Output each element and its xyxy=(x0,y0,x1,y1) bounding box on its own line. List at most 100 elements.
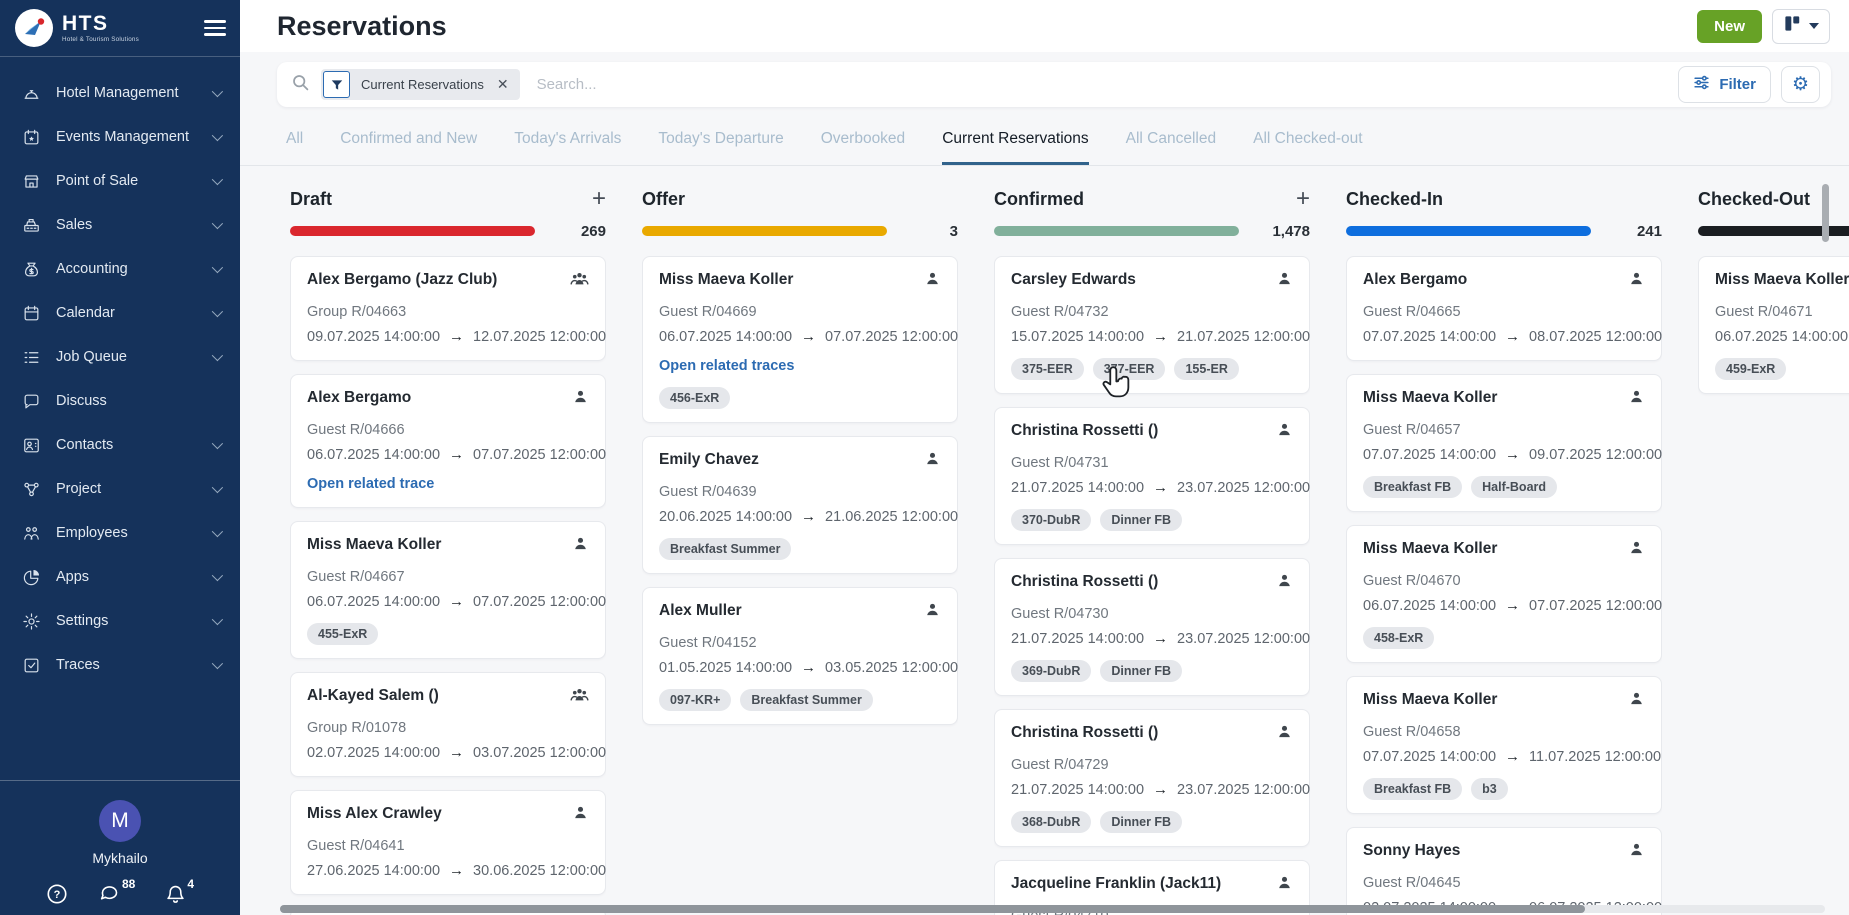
sidebar-item-settings[interactable]: Settings xyxy=(0,599,240,643)
reservation-reference: Guest R/04732 xyxy=(1011,302,1293,322)
view-switcher-button[interactable] xyxy=(1772,9,1830,44)
check-out-datetime: 23.07.2025 12:00:00 xyxy=(1177,780,1310,800)
arrow-right-icon: → xyxy=(1505,596,1520,616)
reservation-card[interactable]: Miss Maeva KollerGuest R/0465707.07.2025… xyxy=(1346,374,1662,512)
brand-tagline: Hotel & Tourism Solutions xyxy=(62,37,139,43)
card-list: Alex Bergamo (Jazz Club)Group R/0466309.… xyxy=(290,256,606,915)
sidebar-item-job-queue[interactable]: Job Queue xyxy=(0,335,240,379)
reservation-card[interactable]: Alex BergamoGuest R/0466606.07.2025 14:0… xyxy=(290,374,606,508)
card-list: Miss Maeva KollerGuest R/0467106.07.2025… xyxy=(1698,256,1849,915)
sidebar-item-sales[interactable]: Sales xyxy=(0,203,240,247)
column-progress-bar[interactable] xyxy=(290,226,535,236)
search-bar: Current Reservations ✕ Filter ⚙ xyxy=(277,62,1831,107)
sidebar-item-calendar[interactable]: Calendar xyxy=(0,291,240,335)
reservation-card[interactable]: Sonny HayesGuest R/0464502.07.2025 14:00… xyxy=(1346,827,1662,915)
column-count: 3 xyxy=(950,223,958,240)
tab-bar: All Confirmed and New Today's Arrivals Toda… xyxy=(240,130,1849,166)
open-related-trace-link[interactable]: Open related traces xyxy=(659,356,941,376)
search-input[interactable] xyxy=(537,76,1679,93)
badge-count: 4 xyxy=(187,877,194,899)
reservation-card[interactable]: Emily ChavezGuest R/0463920.06.2025 14:0… xyxy=(642,436,958,574)
sidebar-user-area: M Mykhailo ?884 xyxy=(0,780,240,915)
reservation-card[interactable]: Miss Maeva KollerGuest R/0466706.07.2025… xyxy=(290,521,606,659)
sidebar-item-point-of-sale[interactable]: Point of Sale xyxy=(0,159,240,203)
sidebar-item-hotel-management[interactable]: Hotel Management xyxy=(0,71,240,115)
chevron-down-icon xyxy=(212,614,223,625)
filter-button[interactable]: Filter xyxy=(1678,66,1771,103)
card-title: Christina Rossetti () xyxy=(1011,723,1158,742)
reservation-card[interactable]: Alex Bergamo (Jazz Club)Group R/0466309.… xyxy=(290,256,606,361)
arrow-right-icon: → xyxy=(801,658,816,678)
check-out-datetime: 03.07.2025 12:00:00 xyxy=(473,743,606,763)
column-progress-bar[interactable] xyxy=(994,226,1239,236)
reservation-card[interactable]: Al-Kayed Salem ()Group R/0107802.07.2025… xyxy=(290,672,606,777)
tab-today-s-departure[interactable]: Today's Departure xyxy=(658,130,783,165)
sidebar-item-accounting[interactable]: Accounting xyxy=(0,247,240,291)
chip-close-icon[interactable]: ✕ xyxy=(495,76,518,93)
add-card-button[interactable]: + xyxy=(592,187,606,211)
tab-overbooked[interactable]: Overbooked xyxy=(821,130,905,165)
column-progress-bar[interactable] xyxy=(642,226,887,236)
messages-icon[interactable]: 88 xyxy=(98,883,135,904)
sales-icon xyxy=(21,215,41,235)
tag-badge: 155-ER xyxy=(1174,358,1238,380)
sidebar-item-events-management[interactable]: Events Management xyxy=(0,115,240,159)
reservation-card[interactable]: Alex BergamoGuest R/0466507.07.2025 14:0… xyxy=(1346,256,1662,361)
reservation-card[interactable]: Carsley EdwardsGuest R/0473215.07.2025 1… xyxy=(994,256,1310,394)
column-offer: Offer3Miss Maeva KollerGuest R/0466906.0… xyxy=(642,184,958,915)
column-progress-row: 241 xyxy=(1346,221,1662,241)
avatar[interactable]: M xyxy=(99,800,141,842)
settings-gear-button[interactable]: ⚙ xyxy=(1781,66,1820,103)
reservation-card[interactable]: Christina Rossetti ()Guest R/0472921.07.… xyxy=(994,709,1310,847)
card-title: Christina Rossetti () xyxy=(1011,421,1158,440)
reservation-card[interactable]: Miss Maeva KollerGuest R/0467006.07.2025… xyxy=(1346,525,1662,663)
tab-all-checked-out[interactable]: All Checked-out xyxy=(1253,130,1362,165)
vertical-scrollbar-thumb[interactable] xyxy=(1822,184,1829,242)
sidebar-item-discuss[interactable]: Discuss xyxy=(0,379,240,423)
sidebar-footer-icons: ? 88 4 xyxy=(0,883,240,905)
column-progress-bar[interactable] xyxy=(1346,226,1591,236)
tag-badge: Dinner FB xyxy=(1100,509,1182,531)
sidebar-item-project[interactable]: Project xyxy=(0,467,240,511)
card-title: Al-Kayed Salem () xyxy=(307,686,439,705)
notifications-icon[interactable]: 4 xyxy=(165,883,194,905)
tag-badge: 455-ExR xyxy=(307,623,378,645)
hamburger-menu-icon[interactable] xyxy=(204,16,226,40)
person-icon xyxy=(916,270,941,292)
reservation-dates: 21.07.2025 14:00:00→23.07.2025 12:00:00 xyxy=(1011,629,1293,649)
sidebar-item-contacts[interactable]: Contacts xyxy=(0,423,240,467)
reservation-card[interactable]: Miss Maeva KollerGuest R/0466906.07.2025… xyxy=(642,256,958,423)
open-related-trace-link[interactable]: Open related trace xyxy=(307,474,589,494)
horizontal-scrollbar-thumb[interactable] xyxy=(280,905,1585,913)
tab-today-s-arrivals[interactable]: Today's Arrivals xyxy=(514,130,621,165)
reservation-card[interactable]: Christina Rossetti ()Guest R/0473121.07.… xyxy=(994,407,1310,545)
reservation-reference: Group R/01078 xyxy=(307,718,589,738)
reservation-dates: 06.07.2025 14:00:00→07.07.2025 12:00:00 xyxy=(307,445,589,465)
column-progress-row: 269 xyxy=(290,221,606,241)
sidebar-item-label: Job Queue xyxy=(56,349,127,365)
person-icon xyxy=(1620,690,1645,712)
sidebar-item-label: Discuss xyxy=(56,393,107,409)
reservation-card[interactable]: Miss Maeva KollerGuest R/0465807.07.2025… xyxy=(1346,676,1662,814)
tab-confirmed-and-new[interactable]: Confirmed and New xyxy=(340,130,477,165)
sidebar-item-traces[interactable]: Traces xyxy=(0,643,240,687)
reservation-reference: Guest R/04666 xyxy=(307,420,589,440)
tab-all[interactable]: All xyxy=(286,130,303,165)
help-icon[interactable]: ? xyxy=(46,883,68,905)
reservation-card[interactable]: Christina Rossetti ()Guest R/0473021.07.… xyxy=(994,558,1310,696)
column-title: Checked-Out xyxy=(1698,189,1810,210)
sidebar-item-employees[interactable]: Employees xyxy=(0,511,240,555)
sidebar-item-apps[interactable]: Apps xyxy=(0,555,240,599)
new-button[interactable]: New xyxy=(1697,10,1762,43)
arrow-right-icon: → xyxy=(449,327,464,347)
reservation-card[interactable]: Alex MullerGuest R/0415201.05.2025 14:00… xyxy=(642,587,958,725)
add-card-button[interactable]: + xyxy=(1296,187,1310,211)
reservation-card[interactable]: Miss Alex CrawleyGuest R/0464127.06.2025… xyxy=(290,790,606,895)
reservation-dates: 01.05.2025 14:00:00→03.05.2025 12:00:00 xyxy=(659,658,941,678)
tag-badge: 458-ExR xyxy=(1363,627,1434,649)
column-count: 241 xyxy=(1637,223,1662,240)
reservation-card[interactable]: Miss Maeva KollerGuest R/0467106.07.2025… xyxy=(1698,256,1849,394)
tab-all-cancelled[interactable]: All Cancelled xyxy=(1126,130,1216,165)
tab-current-reservations[interactable]: Current Reservations xyxy=(942,130,1088,165)
check-in-datetime: 06.07.2025 14:00:00 xyxy=(659,327,792,347)
